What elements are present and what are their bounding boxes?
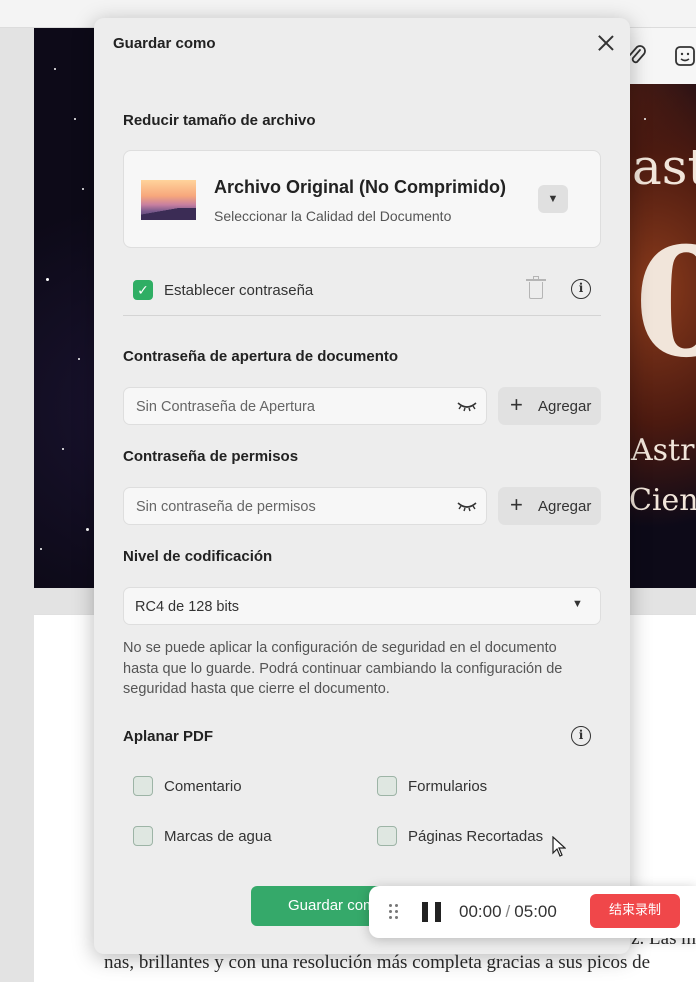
document-toolbar (620, 28, 696, 84)
stop-recording-button[interactable]: 结束录制 (590, 894, 680, 928)
security-note: No se puede aplicar la configuración de … (123, 640, 563, 697)
cover-number-fragment: 0 (634, 215, 696, 391)
flatten-cropped-pages-label: Páginas Recortadas (408, 828, 544, 845)
flatten-comment-checkbox[interactable] (133, 776, 153, 796)
flatten-cropped-pages-checkbox[interactable] (377, 826, 397, 846)
flatten-watermarks-checkbox[interactable] (133, 826, 153, 846)
chevron-down-icon[interactable]: ▼ (538, 185, 568, 213)
landscape-thumbnail-icon (141, 180, 196, 220)
add-permissions-password-label: Agregar (538, 498, 592, 515)
encryption-value: RC4 de 128 bits (135, 599, 239, 615)
open-password-heading: Contraseña de apertura de documento (123, 348, 399, 365)
open-password-input[interactable]: Sin Contraseña de Apertura (123, 387, 487, 425)
cover-subtitle-line-2: Cien (629, 483, 696, 518)
flatten-heading: Aplanar PDF (123, 728, 214, 745)
encryption-heading: Nivel de codificación (123, 548, 273, 565)
info-icon[interactable]: i (571, 726, 591, 746)
flatten-watermarks-label: Marcas de agua (164, 828, 272, 845)
encryption-select[interactable]: RC4 de 128 bits ▼ (123, 587, 601, 625)
screen-recorder-widget: 00:00/05:00 结束录制 (369, 886, 696, 938)
chevron-down-icon: ▼ (572, 598, 583, 610)
add-open-password-button[interactable]: + Agregar (498, 387, 601, 425)
eye-closed-icon[interactable] (457, 398, 477, 414)
add-permissions-password-button[interactable]: + Agregar (498, 487, 601, 525)
permissions-password-heading: Contraseña de permisos (123, 448, 299, 465)
cover-title-fragment: astr (632, 138, 696, 196)
permissions-password-input[interactable]: Sin contraseña de permisos (123, 487, 487, 525)
elapsed-time: 00:00 (459, 902, 502, 921)
recording-timer: 00:00/05:00 (459, 902, 557, 922)
reduce-size-heading: Reducir tamaño de archivo (123, 112, 316, 129)
save-as-dialog: Guardar como Reducir tamaño de archivo A… (94, 18, 630, 954)
dialog-title: Guardar como (113, 35, 216, 52)
quality-subtitle: Seleccionar la Calidad del Documento (214, 208, 452, 224)
flatten-comment-label: Comentario (164, 778, 242, 795)
permissions-password-placeholder: Sin contraseña de permisos (136, 499, 316, 515)
set-password-label: Establecer contraseña (164, 282, 314, 299)
quality-selector[interactable]: Archivo Original (No Comprimido) Selecci… (123, 150, 601, 248)
time-separator: / (505, 902, 511, 921)
eye-closed-icon[interactable] (457, 498, 477, 514)
quality-title: Archivo Original (No Comprimido) (214, 177, 507, 197)
close-icon[interactable] (596, 33, 616, 53)
document-text-line: nas, brillantes y con una resolución más… (104, 952, 651, 973)
set-password-checkbox[interactable]: ✓ (133, 280, 153, 300)
pause-icon[interactable] (422, 902, 442, 922)
add-open-password-label: Agregar (538, 398, 592, 415)
flatten-forms-label: Formularios (408, 778, 488, 795)
info-icon[interactable]: i (571, 279, 591, 299)
drag-handle-icon[interactable] (388, 903, 400, 921)
flatten-forms-checkbox[interactable] (377, 776, 397, 796)
sticker-icon[interactable] (674, 44, 696, 74)
plus-icon: + (510, 392, 523, 417)
section-divider (123, 315, 601, 316)
plus-icon: + (510, 492, 523, 517)
time-limit: 05:00 (514, 902, 557, 921)
mouse-cursor-icon (552, 835, 567, 863)
cover-subtitle-line-1: Astro (631, 433, 696, 468)
trash-icon[interactable] (526, 276, 546, 300)
open-password-placeholder: Sin Contraseña de Apertura (136, 399, 315, 415)
